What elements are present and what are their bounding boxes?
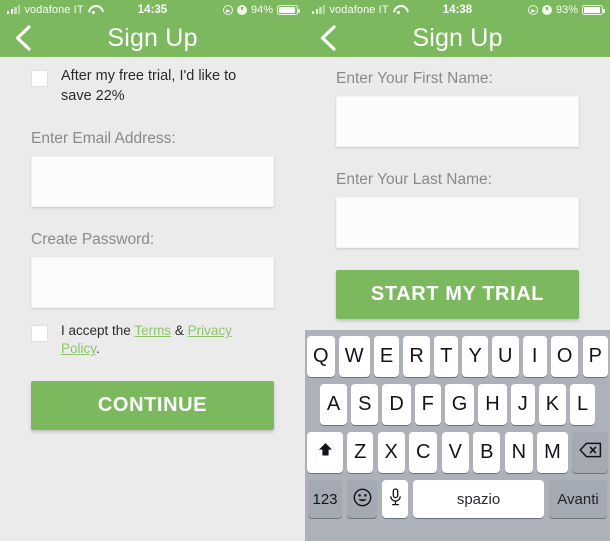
keyboard-row-4: 123 spazio Avanti — [305, 480, 610, 518]
location-arrow-icon — [527, 4, 538, 15]
terms-suffix-text: . — [96, 341, 100, 357]
terms-prefix-text: I accept the — [61, 323, 135, 339]
right-status-bar: vodafone IT 14:38 93% — [305, 0, 610, 19]
password-field-label: Create Password: — [31, 231, 155, 249]
smiley-face-icon — [353, 488, 372, 511]
key-Z[interactable]: Z — [347, 432, 374, 473]
keyboard-row-3: Z X C V B N M — [305, 432, 610, 473]
key-A[interactable]: A — [320, 384, 348, 425]
key-K[interactable]: K — [538, 384, 566, 425]
alarm-clock-icon — [236, 4, 247, 15]
dual-screenshot-container: vodafone IT 14:35 94% Sign Up After my f… — [0, 0, 610, 541]
delete-key[interactable] — [572, 432, 608, 473]
alarm-clock-icon — [541, 4, 552, 15]
left-status-bar: vodafone IT 14:35 94% — [0, 0, 305, 19]
last-name-input[interactable] — [336, 197, 579, 248]
battery-icon — [277, 4, 300, 15]
left-nav-bar: Sign Up — [0, 19, 305, 57]
carrier-name: vodafone IT — [24, 3, 84, 16]
key-C[interactable]: C — [409, 432, 438, 473]
status-bar-left-group: vodafone IT — [7, 4, 100, 16]
terms-accept-label: I accept the Terms & Privacy Policy. — [61, 322, 266, 358]
key-G[interactable]: G — [444, 384, 475, 425]
chevron-left-icon — [14, 25, 31, 51]
terms-link[interactable]: Terms — [134, 323, 171, 338]
key-T[interactable]: T — [434, 336, 459, 377]
page-title: Sign Up — [107, 23, 198, 52]
key-Y[interactable]: Y — [462, 336, 488, 377]
keyboard-row-1: Q W E R T Y U I O P — [305, 336, 610, 377]
key-B[interactable]: B — [473, 432, 501, 473]
key-S[interactable]: S — [351, 384, 379, 425]
start-my-trial-button[interactable]: START MY TRIAL — [336, 270, 579, 319]
status-bar-left-group: vodafone IT — [312, 4, 405, 16]
ios-keyboard: Q W E R T Y U I O P A S D F G H J K L Z … — [305, 330, 610, 541]
page-title: Sign Up — [412, 23, 503, 52]
trial-discount-checkbox[interactable] — [31, 70, 48, 87]
wifi-icon — [88, 5, 100, 15]
key-P[interactable]: P — [582, 336, 608, 377]
password-input[interactable] — [31, 257, 274, 309]
keyboard-row-2: A S D F G H J K L — [305, 384, 610, 425]
key-W[interactable]: W — [338, 336, 370, 377]
email-field-label: Enter Email Address: — [31, 130, 176, 148]
carrier-name: vodafone IT — [329, 3, 389, 16]
signal-bars-icon — [312, 5, 326, 14]
key-U[interactable]: U — [492, 336, 519, 377]
key-M[interactable]: M — [537, 432, 568, 473]
right-nav-bar: Sign Up — [305, 19, 610, 57]
numbers-key[interactable]: 123 — [308, 480, 342, 518]
battery-percent-label: 94% — [250, 3, 273, 16]
key-L[interactable]: L — [570, 384, 595, 425]
key-O[interactable]: O — [550, 336, 579, 377]
key-X[interactable]: X — [377, 432, 405, 473]
status-bar-right-group: 93% — [527, 3, 605, 16]
shift-up-arrow-icon — [317, 441, 334, 464]
back-button[interactable] — [314, 25, 340, 51]
key-E[interactable]: E — [373, 336, 400, 377]
email-input[interactable] — [31, 156, 274, 208]
backspace-delete-icon — [578, 441, 602, 464]
first-name-input[interactable] — [336, 96, 579, 147]
last-name-field-label: Enter Your Last Name: — [336, 171, 492, 188]
back-button[interactable] — [9, 25, 35, 51]
microphone-icon — [389, 488, 402, 510]
wifi-icon — [393, 5, 405, 15]
terms-accept-checkbox[interactable] — [31, 325, 48, 343]
key-J[interactable]: J — [510, 384, 535, 425]
key-R[interactable]: R — [403, 336, 430, 377]
location-arrow-icon — [222, 4, 233, 15]
terms-separator-text: & — [171, 323, 188, 339]
return-key[interactable]: Avanti — [549, 480, 607, 518]
emoji-key[interactable] — [347, 480, 377, 518]
key-I[interactable]: I — [522, 336, 547, 377]
key-Q[interactable]: Q — [307, 336, 335, 377]
left-form: After my free trial, I'd like to save 22… — [0, 67, 305, 430]
key-H[interactable]: H — [478, 384, 507, 425]
left-signup-screen: vodafone IT 14:35 94% Sign Up After my f… — [0, 0, 305, 541]
trial-discount-checkbox-row[interactable]: After my free trial, I'd like to save 22… — [31, 67, 274, 106]
signal-bars-icon — [7, 5, 21, 14]
chevron-left-icon — [319, 25, 336, 51]
space-key[interactable]: spazio — [413, 480, 544, 518]
status-bar-right-group: 94% — [222, 3, 300, 16]
battery-icon — [582, 4, 605, 15]
continue-button[interactable]: CONTINUE — [31, 380, 274, 430]
right-signup-screen: vodafone IT 14:38 93% Sign Up Enter Your… — [305, 0, 610, 541]
key-V[interactable]: V — [441, 432, 469, 473]
trial-discount-label: After my free trial, I'd like to save 22… — [61, 68, 237, 104]
battery-percent-label: 93% — [555, 3, 578, 16]
shift-key[interactable] — [307, 432, 343, 473]
terms-checkbox-row[interactable]: I accept the Terms & Privacy Policy. — [31, 322, 274, 358]
key-N[interactable]: N — [504, 432, 533, 473]
dictation-key[interactable] — [382, 480, 408, 518]
first-name-field-label: Enter Your First Name: — [336, 70, 493, 87]
key-D[interactable]: D — [382, 384, 411, 425]
key-F[interactable]: F — [414, 384, 441, 425]
right-form: Enter Your First Name: Enter Your Last N… — [305, 70, 610, 319]
